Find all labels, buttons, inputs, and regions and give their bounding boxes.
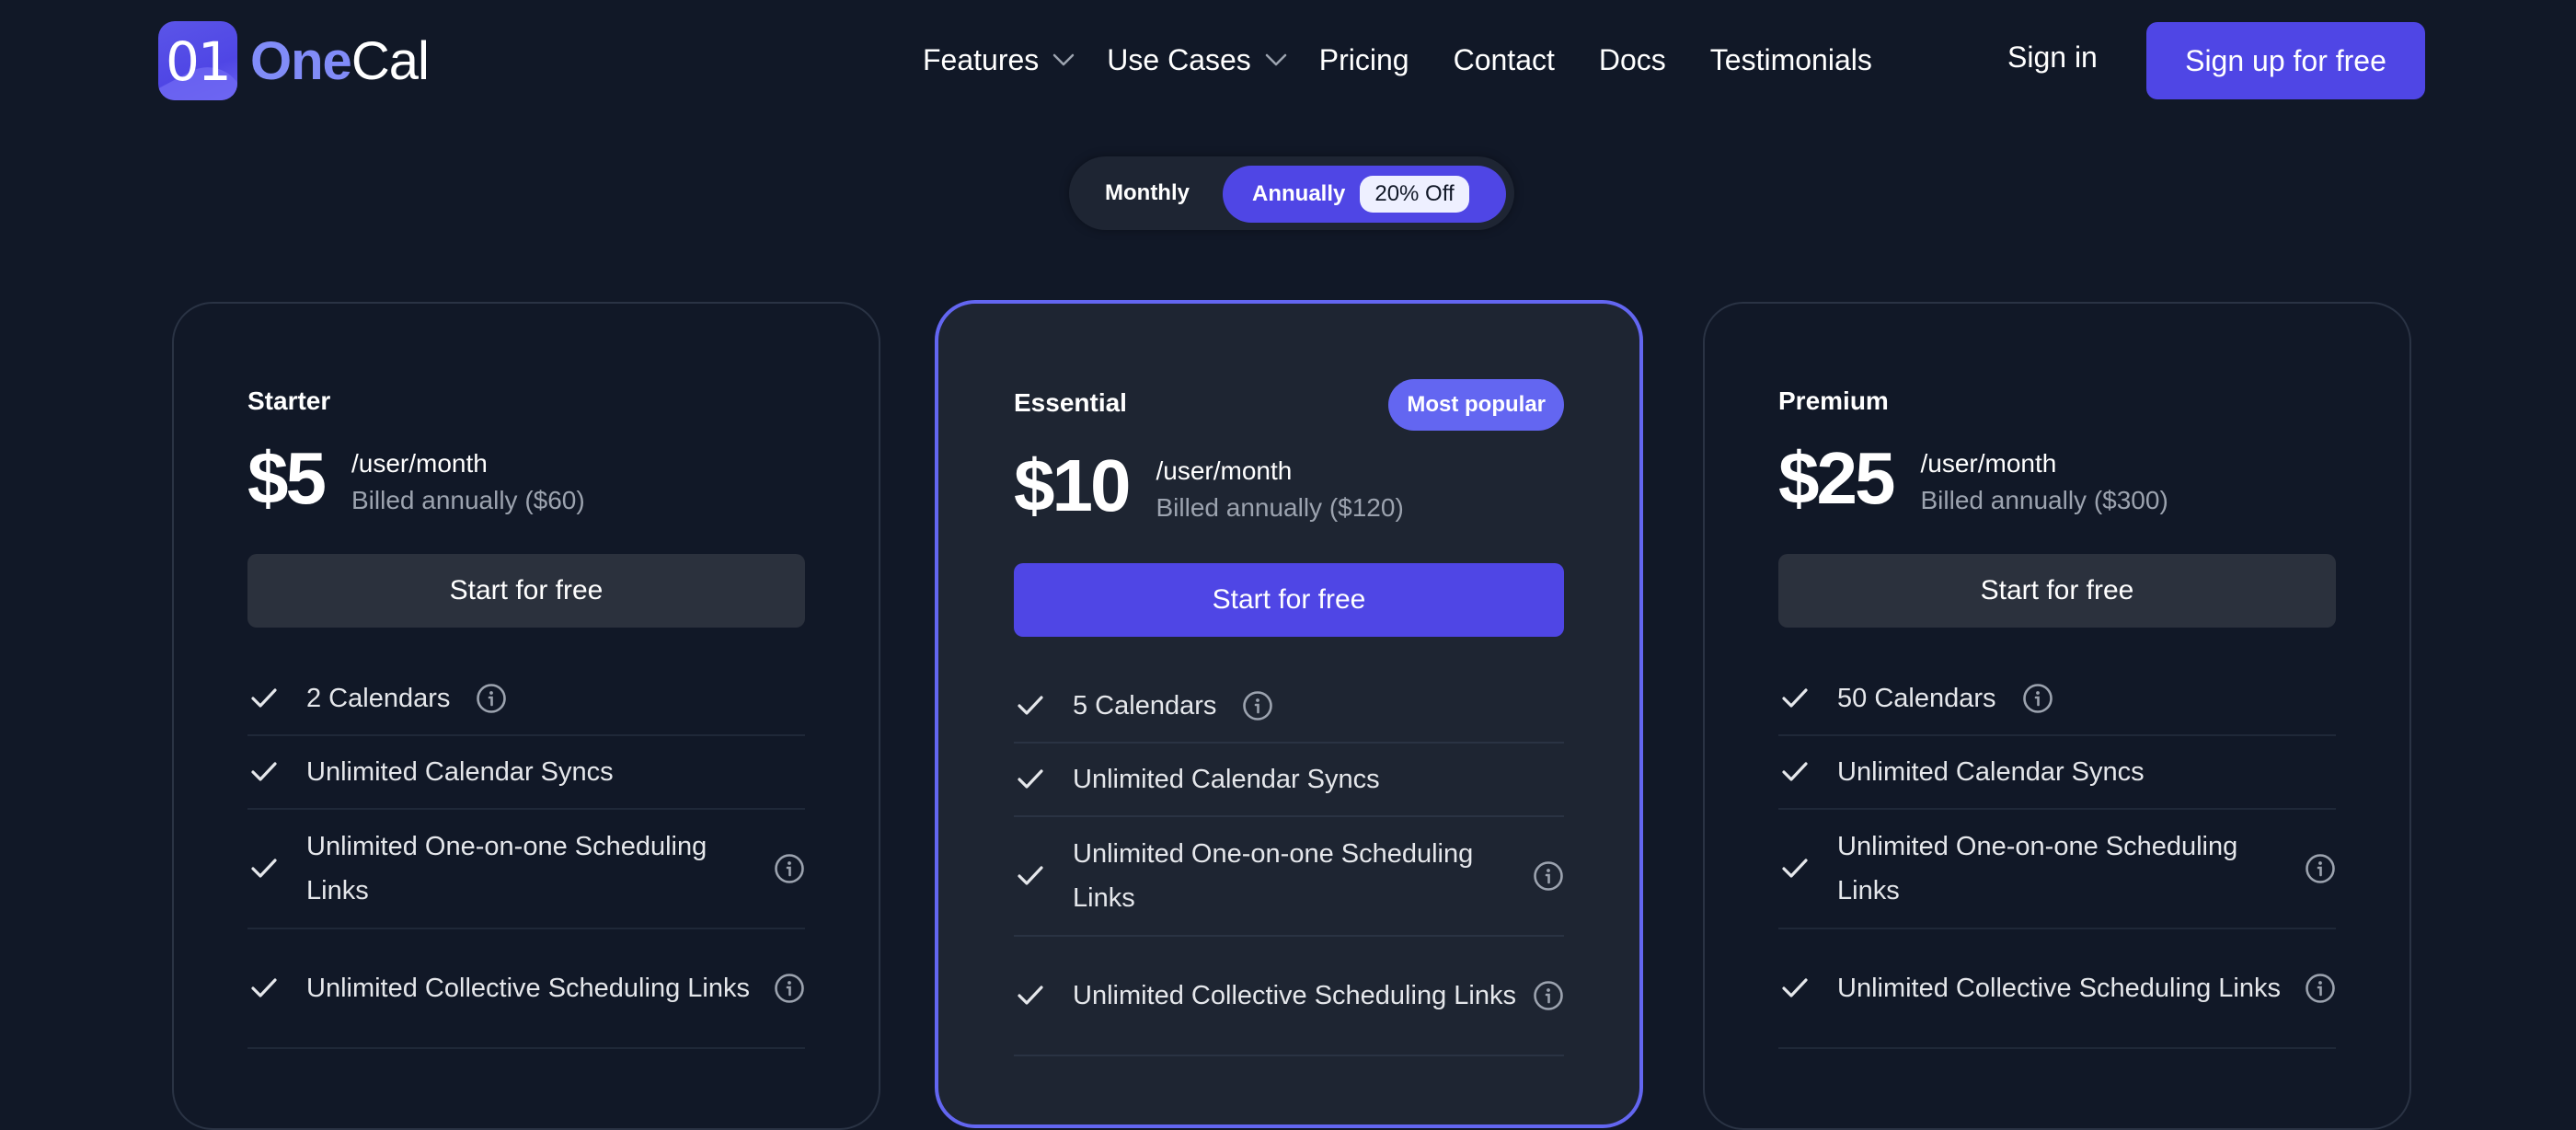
feature-text: 50 Calendars (1837, 684, 1996, 713)
main-nav: Features Use Cases Pricing Contact Docs … (923, 37, 1916, 83)
plan-price: $10 (1014, 444, 1131, 526)
nav-testimonials[interactable]: Testimonials (1710, 43, 1872, 77)
info-icon[interactable] (2305, 973, 2336, 1004)
feature-item: Unlimited Calendar Syncs (247, 736, 805, 810)
logo-wordmark: OneCal (250, 30, 430, 91)
billing-note: Billed annually ($120) (1156, 493, 1404, 522)
feature-list: 5 Calendars Unlimited Calendar Syncs Unl… (1014, 670, 1564, 1056)
info-icon[interactable] (1533, 860, 1564, 892)
nav-use-cases-label: Use Cases (1107, 42, 1251, 76)
feature-text: 5 Calendars (1073, 691, 1217, 721)
feature-item: Unlimited Collective Scheduling Links (1778, 929, 2336, 1049)
nav-features[interactable]: Features (923, 43, 1075, 77)
plan-card-essential: Essential Most popular $10 /user/month B… (935, 300, 1643, 1128)
feature-list: 2 Calendars Unlimited Calendar Syncs Unl… (247, 663, 805, 1049)
start-for-free-button[interactable]: Start for free (247, 554, 805, 628)
plan-price: $25 (1778, 437, 1895, 519)
feature-text: Unlimited Collective Scheduling Links (306, 974, 750, 1003)
price-unit: /user/month (1156, 456, 1293, 485)
plan-name: Starter (247, 386, 331, 415)
nav-testimonials-label: Testimonials (1709, 42, 1872, 76)
nav-contact[interactable]: Contact (1454, 43, 1555, 77)
start-for-free-button[interactable]: Start for free (1778, 554, 2336, 628)
site-header: 01 OneCal Features Use Cases Pricing Con… (0, 0, 2576, 120)
feature-text: 2 Calendars (306, 684, 451, 713)
nav-contact-label: Contact (1453, 42, 1555, 76)
nav-docs-label: Docs (1598, 42, 1666, 76)
feature-item: Unlimited One-on-one Scheduling Links (1014, 817, 1564, 937)
feature-item: Unlimited Calendar Syncs (1014, 744, 1564, 817)
feature-item: Unlimited One-on-one Scheduling Links (247, 810, 805, 929)
logo[interactable]: 01 OneCal (158, 21, 430, 100)
plan-name: Premium (1778, 386, 1889, 415)
feature-item: Unlimited Collective Scheduling Links (1014, 937, 1564, 1056)
check-icon (1782, 688, 1808, 708)
chevron-down-icon (1053, 53, 1075, 66)
nav-pricing-label: Pricing (1318, 42, 1409, 76)
nav-pricing[interactable]: Pricing (1319, 43, 1409, 77)
feature-text: Unlimited Collective Scheduling Links (1073, 981, 1516, 1010)
feature-text: Unlimited Collective Scheduling Links (1837, 974, 2281, 1003)
check-icon (1782, 859, 1808, 878)
nav-use-cases[interactable]: Use Cases (1107, 43, 1288, 77)
feature-item: Unlimited Collective Scheduling Links (247, 929, 805, 1049)
info-icon[interactable] (774, 853, 805, 884)
price-row: $25 /user/month Billed annually ($300) (1778, 432, 2168, 525)
info-icon[interactable] (1242, 690, 1273, 721)
feature-text: Unlimited One-on-one Scheduling Links (1837, 832, 2238, 905)
billing-option-annually[interactable]: Annually 20% Off (1223, 166, 1506, 223)
start-for-free-button[interactable]: Start for free (1014, 563, 1564, 637)
billing-toggle: Monthly Annually 20% Off (1069, 156, 1514, 230)
discount-badge: 20% Off (1360, 176, 1469, 213)
info-icon[interactable] (2022, 683, 2053, 714)
most-popular-badge: Most popular (1388, 379, 1564, 431)
billing-note: Billed annually ($300) (1920, 486, 2168, 514)
feature-item: 5 Calendars (1014, 670, 1564, 744)
feature-item: Unlimited Calendar Syncs (1778, 736, 2336, 810)
feature-item: Unlimited One-on-one Scheduling Links (1778, 810, 2336, 929)
plan-price: $5 (247, 437, 327, 519)
nav-features-label: Features (923, 42, 1040, 76)
check-icon (1018, 866, 1043, 885)
logo-icon: 01 (158, 21, 237, 100)
feature-item: 50 Calendars (1778, 663, 2336, 736)
check-icon (251, 688, 277, 708)
check-icon (1018, 696, 1043, 715)
price-unit: /user/month (351, 449, 488, 478)
check-icon (1018, 769, 1043, 789)
billing-note: Billed annually ($60) (351, 486, 585, 514)
billing-option-annually-label: Annually (1252, 181, 1346, 206)
feature-text: Unlimited One-on-one Scheduling Links (1073, 839, 1474, 913)
nav-docs[interactable]: Docs (1599, 43, 1666, 77)
plan-card-premium: Premium $25 /user/month Billed annually … (1703, 302, 2411, 1130)
sign-up-button[interactable]: Sign up for free (2146, 22, 2425, 99)
info-icon[interactable] (476, 683, 507, 714)
price-row: $5 /user/month Billed annually ($60) (247, 432, 585, 525)
plan-name: Essential (1014, 388, 1127, 417)
price-row: $10 /user/month Billed annually ($120) (1014, 440, 1404, 532)
feature-list: 50 Calendars Unlimited Calendar Syncs Un… (1778, 663, 2336, 1049)
feature-text: Unlimited Calendar Syncs (1073, 765, 1380, 794)
feature-text: Unlimited Calendar Syncs (1837, 757, 2145, 787)
price-unit: /user/month (1920, 449, 2057, 478)
check-icon (1782, 762, 1808, 781)
billing-option-monthly[interactable]: Monthly (1069, 156, 1225, 230)
plan-card-starter: Starter $5 /user/month Billed annually (… (172, 302, 880, 1130)
sign-in-link[interactable]: Sign in (2007, 40, 2098, 75)
feature-text: Unlimited One-on-one Scheduling Links (306, 832, 707, 905)
feature-text: Unlimited Calendar Syncs (306, 757, 614, 787)
check-icon (251, 762, 277, 781)
check-icon (251, 978, 277, 997)
check-icon (251, 859, 277, 878)
feature-item: 2 Calendars (247, 663, 805, 736)
info-icon[interactable] (2305, 853, 2336, 884)
info-icon[interactable] (1533, 980, 1564, 1011)
check-icon (1018, 986, 1043, 1005)
chevron-down-icon (1265, 53, 1287, 66)
info-icon[interactable] (774, 973, 805, 1004)
check-icon (1782, 978, 1808, 997)
